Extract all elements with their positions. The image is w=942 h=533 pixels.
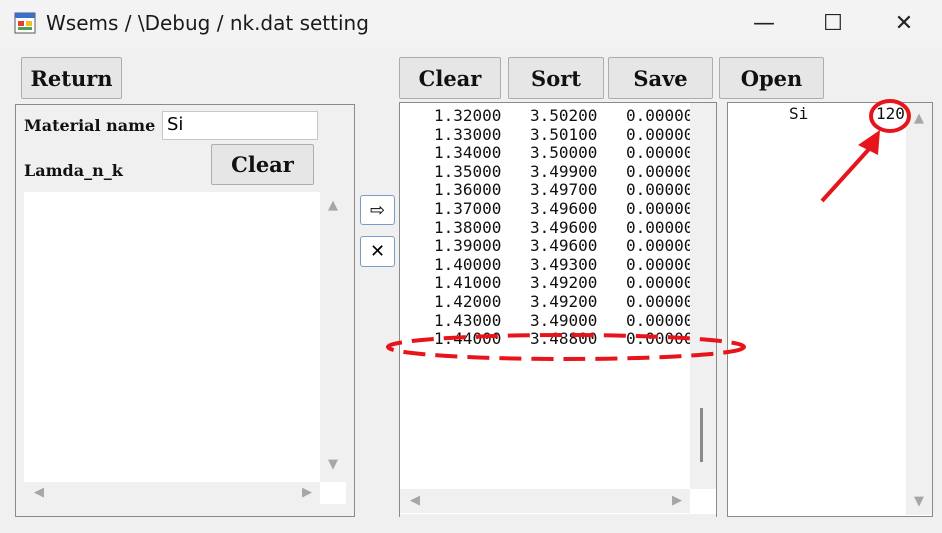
annotation-dashed-ellipse	[386, 333, 746, 361]
annotation-arrow-line	[820, 146, 872, 203]
annotation-overlay	[386, 99, 911, 361]
annotation-circle	[869, 99, 911, 133]
